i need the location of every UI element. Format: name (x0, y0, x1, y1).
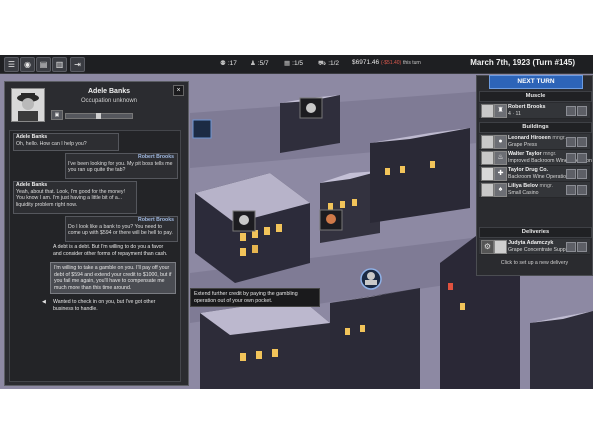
building (200, 298, 330, 389)
menu-icon[interactable]: ☰ (4, 57, 19, 72)
locate-icon[interactable] (577, 169, 587, 179)
stat-money: $6971.46 (-$51.40) this turn (352, 59, 421, 66)
message: Adele Banks Yeah, about that. Look, I'm … (16, 182, 125, 208)
stat-buildings: ▦:1/5 (284, 60, 304, 67)
avatar (481, 151, 494, 165)
thug-icon: ⚉ (220, 60, 226, 67)
info-icon[interactable] (566, 185, 576, 195)
map-marker-gangster[interactable] (360, 268, 382, 290)
info-icon[interactable] (566, 106, 576, 116)
wine-icon: ♨ (494, 151, 507, 165)
gangsters-icon[interactable]: ◉ (20, 57, 35, 72)
avatar (481, 183, 494, 197)
hat-icon: ♜ (494, 104, 507, 118)
avatar (481, 167, 494, 181)
next-turn-button[interactable]: NEXT TURN (489, 75, 583, 89)
building-row[interactable]: ♨ Walter Taylor mngr. Improved Backroom … (479, 150, 592, 166)
map-marker-building[interactable] (319, 209, 343, 231)
conversation-log[interactable]: Adele Banks Oh, hello. How can I help yo… (9, 130, 181, 382)
close-icon[interactable]: × (173, 85, 184, 96)
conversation-dialog: Adele Banks Occupation unknown × ▣ Adele… (4, 81, 189, 386)
building-row[interactable]: ✚ Taylor Drug Co. Backroom Wine Operatio… (479, 166, 590, 182)
info-icon[interactable] (566, 153, 576, 163)
section-deliveries: Deliveries (479, 227, 592, 238)
gear-icon: ⚙ (481, 240, 494, 254)
building-row[interactable]: ♠ Liliya Belov mngr. Small Casino (479, 182, 590, 198)
truck-icon: ⛟ (318, 60, 327, 67)
arrow-left-icon: ◀ (42, 299, 46, 305)
building (370, 128, 470, 223)
map-marker-building[interactable] (232, 210, 256, 232)
message: Robert Brooks Do I look like a bank to y… (68, 217, 174, 236)
map-marker-building[interactable] (192, 119, 212, 139)
tooltip: Extend further credit by paying the gamb… (190, 288, 320, 307)
building (330, 288, 420, 389)
info-icon[interactable]: ▣ (51, 110, 63, 120)
avatar (481, 135, 494, 149)
document-icon[interactable]: ▥ (52, 57, 67, 72)
avatar (481, 104, 494, 118)
stat-crew: ♟:5/7 (250, 60, 269, 67)
relation-slider (65, 113, 133, 119)
stat-trucks: ⛟:1/2 (318, 60, 340, 67)
locate-icon[interactable] (577, 137, 587, 147)
crew-icon: ♟ (250, 60, 256, 67)
section-muscle: Muscle (479, 91, 592, 102)
cross-icon: ✚ (494, 167, 507, 181)
dialog-choice[interactable]: ◀ Wanted to check in on you, but I've go… (42, 297, 176, 314)
exit-icon[interactable]: ⇥ (70, 57, 85, 72)
muscle-row[interactable]: ♜ Robert Brooks 4 · 11 (479, 103, 590, 119)
grape-icon: ● (494, 135, 507, 149)
date-turn: March 7th, 1923 (Turn #145) (470, 58, 575, 67)
locate-icon[interactable] (577, 106, 587, 116)
info-icon[interactable] (566, 242, 576, 252)
building-icon: ▦ (284, 60, 291, 67)
dialog-choice-selected[interactable]: I'm willing to take a gamble on you. I'l… (50, 262, 176, 294)
message: Robert Brooks I've been looking for you.… (68, 154, 174, 173)
delivery-row[interactable]: ⚙ Judyta Adamczyk Grape Concentrate Supp… (479, 239, 590, 255)
building-row[interactable]: ● Leonard Hiroeen mngr. Grape Press (479, 134, 590, 150)
section-buildings: Buildings (479, 122, 592, 133)
locate-icon[interactable] (577, 242, 587, 252)
character-occupation: Occupation unknown (80, 98, 138, 104)
stat-thugs: ⚉:17 (220, 60, 237, 67)
character-name: Adele Banks (87, 88, 131, 95)
dialog-choice[interactable]: A debt is a debt. But I'm willing to do … (50, 242, 176, 259)
ledger-icon[interactable]: ▤ (36, 57, 51, 72)
message: Adele Banks Oh, hello. How can I help yo… (16, 134, 87, 147)
casino-icon: ♠ (494, 183, 507, 197)
info-icon[interactable] (566, 169, 576, 179)
info-icon[interactable] (566, 137, 576, 147)
locate-icon[interactable] (577, 185, 587, 195)
locate-icon[interactable] (577, 153, 587, 163)
slider-knob (96, 113, 101, 119)
map-marker-building[interactable] (299, 97, 323, 119)
building (530, 311, 593, 389)
new-delivery-link[interactable]: Click to set up a new delivery (479, 260, 590, 266)
portrait (11, 88, 45, 122)
right-panel: Muscle ♜ Robert Brooks 4 · 11 Buildings … (476, 75, 593, 276)
avatar (494, 240, 507, 254)
top-bar: ☰ ◉ ▤ ▥ ⇥ ⚉:17 ♟:5/7 ▦:1/5 ⛟:1/2 $6971.4… (0, 55, 593, 74)
